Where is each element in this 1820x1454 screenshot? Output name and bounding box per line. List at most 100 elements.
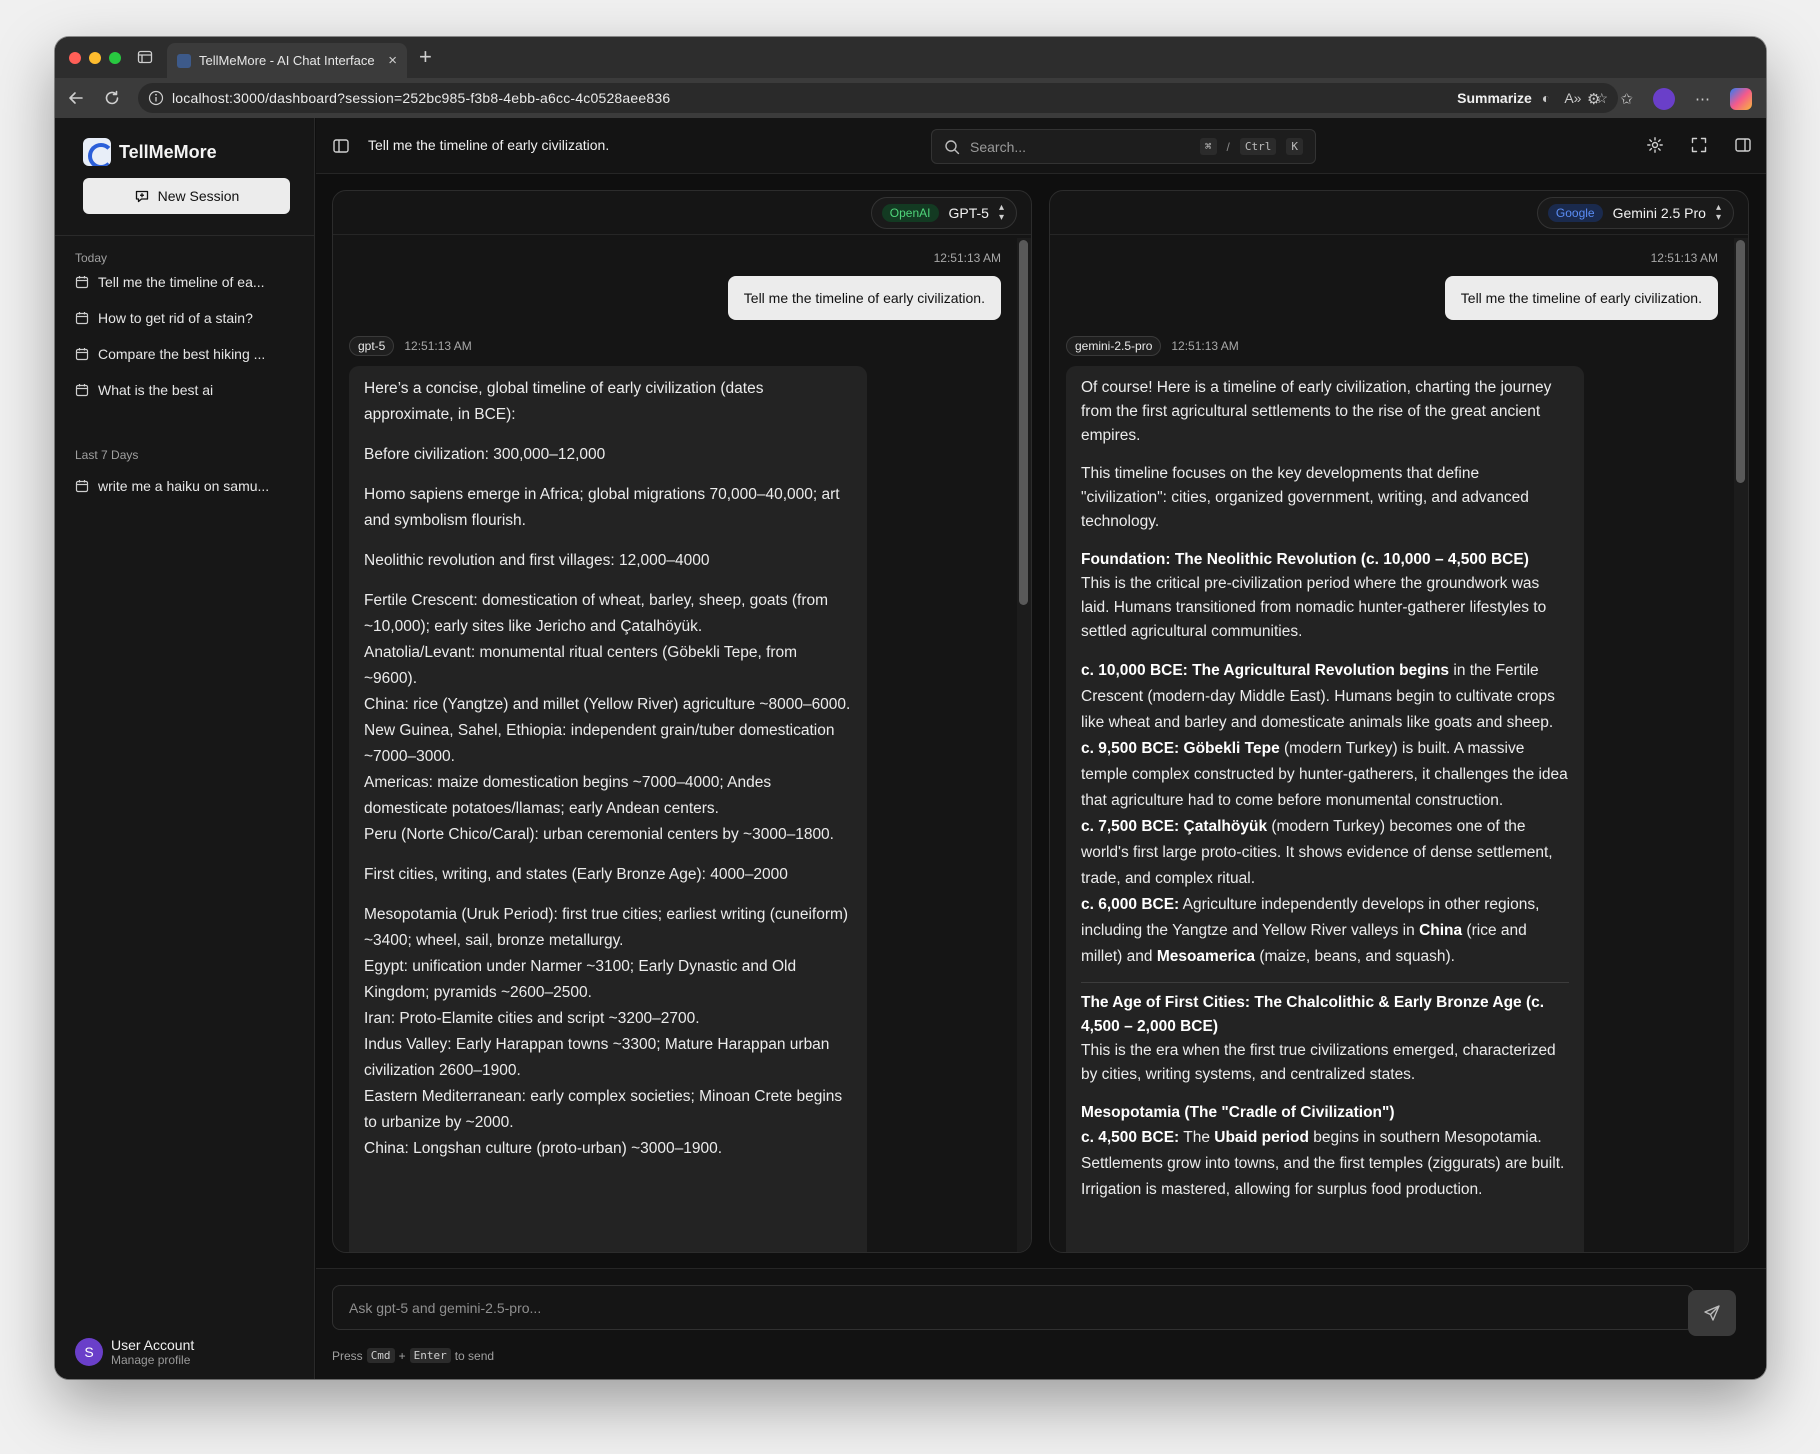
response-heading: First cities, writing, and states (Early…	[364, 866, 788, 883]
reload-icon[interactable]	[103, 89, 121, 107]
extensions-icon[interactable]: ⚙	[1587, 90, 1600, 108]
send-button[interactable]	[1688, 1290, 1736, 1336]
scrollbar[interactable]	[1017, 238, 1031, 1252]
minimize-window-button[interactable]	[89, 52, 101, 64]
tab-title: TellMeMore - AI Chat Interface	[199, 53, 375, 68]
copilot-icon[interactable]	[1730, 88, 1752, 110]
scrollbar-thumb[interactable]	[1736, 240, 1745, 483]
sidebar: TellMeMore New Session Today Tell me the…	[55, 118, 315, 1379]
tab-actions-icon[interactable]	[137, 49, 153, 65]
assistant-message: Of course! Here is a timeline of early c…	[1066, 366, 1584, 1252]
brand-logo-icon	[83, 138, 111, 166]
close-window-button[interactable]	[69, 52, 81, 64]
history-item[interactable]: What is the best ai	[75, 375, 300, 405]
response-item: Iran: Proto-Elamite cities and script ~3…	[364, 1010, 700, 1027]
fullscreen-icon[interactable]	[1690, 136, 1708, 154]
send-icon	[1704, 1305, 1720, 1321]
chevron-up-down-icon: ▴ ▾	[998, 202, 1004, 223]
response-item: Eastern Mediterranean: early complex soc…	[364, 1088, 843, 1131]
browser-tab-bar: TellMeMore - AI Chat Interface × +	[55, 37, 1766, 78]
panel-header: Google Gemini 2.5 Pro ▴ ▾	[1050, 191, 1748, 235]
tab-close-icon[interactable]: ×	[388, 52, 397, 69]
user-message: Tell me the timeline of early civilizati…	[727, 276, 1001, 320]
new-tab-icon[interactable]: +	[419, 45, 432, 69]
address-bar: localhost:3000/dashboard?session=252bc98…	[55, 78, 1766, 118]
shortcut-ctrl-key: Ctrl	[1239, 138, 1277, 155]
search-icon	[945, 139, 960, 154]
response-item: Homo sapiens emerge in Africa; global mi…	[364, 486, 840, 529]
browser-window: TellMeMore - AI Chat Interface × + local…	[55, 37, 1766, 1379]
response-paragraph: This timeline focuses on the key develop…	[1081, 465, 1529, 530]
assistant-model-label: gpt-5	[349, 336, 395, 356]
panel-header: OpenAI GPT-5 ▴ ▾	[333, 191, 1031, 235]
settings-gear-icon[interactable]	[1646, 136, 1664, 154]
url-text: localhost:3000/dashboard?session=252bc98…	[172, 90, 671, 106]
site-info-icon[interactable]	[148, 90, 164, 106]
avatar: S	[75, 1338, 103, 1366]
search-input[interactable]: Search... ⌘ / Ctrl K	[931, 129, 1316, 164]
summarize-button[interactable]: Summarize	[1457, 90, 1532, 106]
back-arrow-icon[interactable]	[67, 89, 85, 107]
sidebar-divider	[55, 235, 314, 236]
url-field[interactable]: localhost:3000/dashboard?session=252bc98…	[138, 83, 1618, 113]
conversation: 12:51:13 AM Tell me the timeline of earl…	[333, 236, 1031, 1252]
new-session-button[interactable]: New Session	[83, 178, 290, 214]
sidebar-toggle-icon[interactable]	[332, 137, 350, 155]
message-input[interactable]: Ask gpt-5 and gemini-2.5-pro...	[332, 1285, 1694, 1330]
response-item: c. 9,500 BCE: Göbekli Tepe (modern Turke…	[1081, 740, 1568, 809]
model-name: GPT-5	[948, 205, 989, 221]
response-item: China: Longshan culture (proto-urban) ~3…	[364, 1140, 723, 1157]
response-item: c. 6,000 BCE: Agriculture independently …	[1081, 896, 1540, 965]
response-item: Indus Valley: Early Harappan towns ~3300…	[364, 1036, 830, 1079]
provider-badge: OpenAI	[881, 204, 939, 222]
history-item[interactable]: Compare the best hiking ...	[75, 339, 300, 369]
cmd-key: Cmd	[366, 1348, 395, 1363]
history-section-last-7-days: Last 7 Days	[75, 448, 139, 462]
maximize-window-button[interactable]	[109, 52, 121, 64]
history-item-label: What is the best ai	[98, 382, 214, 398]
user-message: Tell me the timeline of early civilizati…	[1444, 276, 1718, 320]
top-bar: Tell me the timeline of early civilizati…	[316, 118, 1766, 174]
history-item[interactable]: write me a haiku on samu...	[75, 471, 300, 501]
user-account[interactable]: S User Account Manage profile	[75, 1337, 194, 1367]
assistant-message-time: 12:51:13 AM	[404, 339, 472, 353]
calendar-icon	[75, 480, 89, 493]
calendar-icon	[75, 276, 89, 289]
response-item: c. 7,500 BCE: Çatalhöyük (modern Turkey)…	[1081, 818, 1553, 887]
history-item[interactable]: How to get rid of a stain?	[75, 303, 300, 333]
chat-panel-gemini: Google Gemini 2.5 Pro ▴ ▾ 12:51:13 AM Tel…	[1049, 190, 1749, 1253]
response-item: Americas: maize domestication begins ~70…	[364, 774, 772, 817]
divider	[1081, 982, 1569, 983]
response-item: New Guinea, Sahel, Ethiopia: independent…	[364, 722, 835, 765]
response-heading: The Age of First Cities: The Chalcolithi…	[1081, 994, 1545, 1035]
response-paragraph: Of course! Here is a timeline of early c…	[1081, 379, 1552, 444]
history-item-label: How to get rid of a stain?	[98, 310, 253, 326]
read-aloud-icon[interactable]: A»	[1564, 90, 1581, 106]
copilot-summary-icon[interactable]: ◐	[1542, 90, 1550, 106]
browser-tab[interactable]: TellMeMore - AI Chat Interface ×	[167, 43, 407, 78]
right-panel-toggle-icon[interactable]	[1734, 136, 1752, 154]
response-item: Egypt: unification under Narmer ~3100; E…	[364, 958, 797, 1001]
scrollbar[interactable]	[1734, 238, 1748, 1252]
calendar-icon	[75, 384, 89, 397]
more-options-icon[interactable]: ⋯	[1695, 90, 1710, 108]
response-paragraph: This is the critical pre-civilization pe…	[1081, 575, 1547, 640]
assistant-model-label: gemini-2.5-pro	[1066, 336, 1162, 356]
history-item-label: Tell me the timeline of ea...	[98, 274, 265, 290]
composer: Ask gpt-5 and gemini-2.5-pro... Press Cm…	[316, 1268, 1766, 1379]
scrollbar-thumb[interactable]	[1019, 240, 1028, 605]
favorites-icon[interactable]: ✩	[1620, 90, 1633, 108]
profile-avatar-icon[interactable]	[1653, 88, 1675, 110]
response-item: Peru (Norte Chico/Caral): urban ceremoni…	[364, 826, 834, 843]
response-heading: Foundation: The Neolithic Revolution (c.…	[1081, 551, 1529, 568]
model-selector[interactable]: Google Gemini 2.5 Pro ▴ ▾	[1536, 197, 1734, 229]
model-selector[interactable]: OpenAI GPT-5 ▴ ▾	[870, 197, 1017, 229]
tab-favicon-icon	[177, 53, 191, 68]
shortcut-cmd-key: ⌘	[1199, 138, 1217, 155]
enter-key: Enter	[409, 1348, 451, 1363]
user-message-time: 12:51:13 AM	[933, 251, 1001, 265]
chevron-up-down-icon: ▴ ▾	[1715, 202, 1721, 223]
history-item[interactable]: Tell me the timeline of ea...	[75, 267, 300, 297]
send-hint: Press Cmd + Enter to send	[332, 1348, 495, 1363]
new-session-label: New Session	[157, 188, 240, 204]
